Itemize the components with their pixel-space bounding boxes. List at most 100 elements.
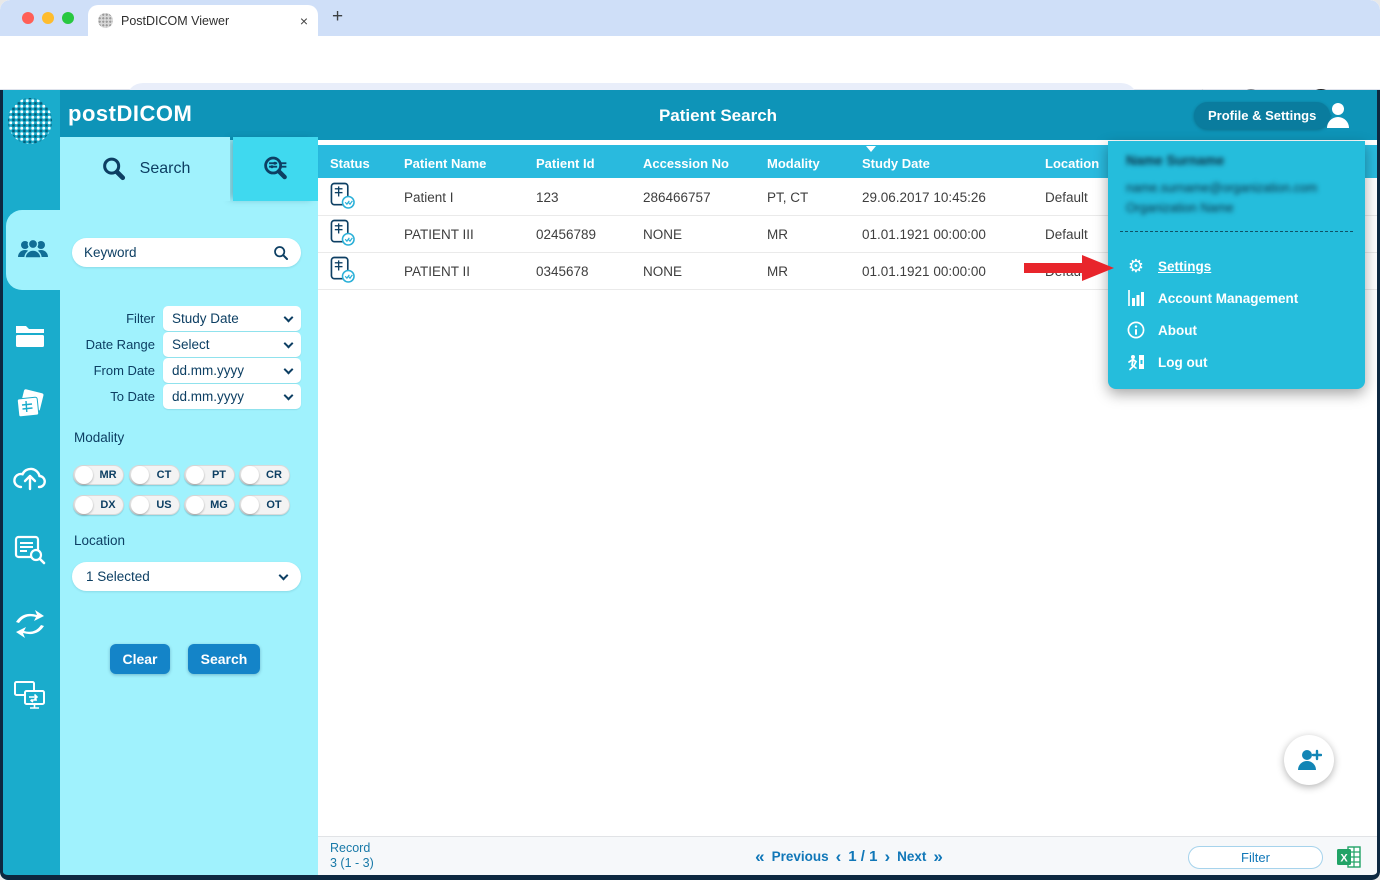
person-icon: [1322, 99, 1354, 131]
modality-label: Modality: [74, 430, 124, 445]
search-icon[interactable]: [273, 245, 289, 261]
add-patient-fab[interactable]: [1284, 735, 1334, 785]
new-tab-button[interactable]: +: [332, 6, 343, 28]
modality-toggle-dx[interactable]: DX: [73, 495, 124, 515]
column-accession-no[interactable]: Accession No: [643, 145, 767, 180]
modality-cell[interactable]: MR: [767, 227, 862, 242]
keyword-search-field[interactable]: [72, 238, 301, 267]
window-fullscreen-button[interactable]: [62, 12, 74, 24]
filter-button[interactable]: Filter: [1188, 846, 1323, 869]
menu-item-settings[interactable]: ⚙ Settings: [1108, 251, 1365, 281]
sidebar-item-documents[interactable]: [0, 378, 60, 434]
study-date-cell[interactable]: 01.01.1921 00:00:00: [862, 264, 1045, 279]
search-button[interactable]: Search: [188, 644, 260, 674]
column-patient-id[interactable]: Patient Id: [536, 145, 643, 180]
next-chevron-icon[interactable]: ›: [884, 847, 890, 867]
toggle-knob: [186, 496, 204, 514]
toggle-knob: [131, 466, 149, 484]
status-cell[interactable]: [330, 182, 404, 213]
document-cards-icon: [13, 389, 47, 423]
modality-toggle-mg[interactable]: MG: [184, 495, 235, 515]
profile-settings-tooltip[interactable]: Profile & Settings: [1194, 102, 1330, 129]
menu-item-logout[interactable]: Log out: [1108, 347, 1365, 377]
chevron-down-icon: [279, 570, 289, 580]
keyword-input[interactable]: [84, 245, 273, 260]
modality-toggle-ot[interactable]: OT: [239, 495, 290, 515]
sidebar-item-folders[interactable]: [0, 308, 60, 364]
patient-name-cell[interactable]: PATIENT II: [404, 264, 536, 279]
status-cell[interactable]: [330, 219, 404, 250]
report-status-icon: [330, 182, 355, 210]
patient-name-cell[interactable]: Patient I: [404, 190, 536, 205]
modality-toggle-ct[interactable]: CT: [129, 465, 180, 485]
red-arrow-annotation: [1024, 252, 1116, 284]
record-label: Record: [330, 841, 374, 856]
menu-item-account-management[interactable]: Account Management: [1108, 283, 1365, 313]
modality-toggle-us[interactable]: US: [129, 495, 180, 515]
sidebar-item-device-share[interactable]: [0, 668, 60, 724]
column-study-date[interactable]: Study Date: [862, 145, 1045, 180]
patient-name-cell[interactable]: PATIENT III: [404, 227, 536, 242]
tab-advanced-search[interactable]: [233, 137, 318, 201]
next-page-button[interactable]: Next: [897, 849, 926, 864]
export-excel-icon[interactable]: X: [1336, 844, 1362, 870]
table-footer: « Previous ‹ 1 / 1 › Next » Record 3 (1 …: [318, 836, 1380, 875]
accession-no-cell[interactable]: NONE: [643, 227, 767, 242]
tab-close-icon[interactable]: ×: [300, 13, 308, 29]
to-date-select[interactable]: dd.mm.yyyy: [163, 384, 301, 409]
folder-icon: [14, 323, 46, 349]
date-range-label: Date Range: [60, 332, 155, 357]
modality-toggle-pt[interactable]: PT: [184, 465, 235, 485]
cloud-upload-icon: [12, 463, 48, 493]
chevron-down-icon: [284, 338, 294, 348]
filter-label: Filter: [60, 306, 155, 331]
patient-id-cell[interactable]: 02456789: [536, 227, 643, 242]
study-date-cell[interactable]: 01.01.1921 00:00:00: [862, 227, 1045, 242]
modality-cell[interactable]: PT, CT: [767, 190, 862, 205]
browser-tab[interactable]: PostDICOM Viewer ×: [88, 5, 318, 36]
window-minimize-button[interactable]: [42, 12, 54, 24]
chevron-down-icon: [284, 390, 294, 400]
previous-page-button[interactable]: Previous: [772, 849, 829, 864]
column-status[interactable]: Status: [330, 145, 404, 180]
patient-id-cell[interactable]: 123: [536, 190, 643, 205]
window-close-button[interactable]: [22, 12, 34, 24]
person-add-icon: [1296, 748, 1322, 772]
modality-cell[interactable]: MR: [767, 264, 862, 279]
sidebar-item-worklist[interactable]: [0, 522, 60, 578]
accession-no-cell[interactable]: 286466757: [643, 190, 767, 205]
advanced-search-icon: [261, 154, 291, 184]
sort-descending-icon[interactable]: [866, 146, 876, 157]
menu-item-about[interactable]: About: [1108, 315, 1365, 345]
postdicom-window: PostDICOM Viewer × + ← → ⟳ germany.postd…: [0, 0, 1380, 880]
patient-id-cell[interactable]: 0345678: [536, 264, 643, 279]
study-date-cell[interactable]: 29.06.2017 10:45:26: [862, 190, 1045, 205]
column-modality[interactable]: Modality: [767, 145, 862, 180]
sidebar-item-upload[interactable]: [0, 450, 60, 506]
from-date-select[interactable]: dd.mm.yyyy: [163, 358, 301, 383]
sidebar-item-transfer[interactable]: [0, 596, 60, 652]
location-select[interactable]: 1 Selected: [72, 562, 301, 591]
tab-basic-search[interactable]: Search: [60, 137, 230, 201]
first-page-icon[interactable]: «: [755, 847, 764, 867]
accession-no-cell[interactable]: NONE: [643, 264, 767, 279]
to-date-label: To Date: [60, 384, 155, 409]
status-cell[interactable]: [330, 256, 404, 287]
modality-toggle-mr[interactable]: MR: [73, 465, 124, 485]
modality-toggle-cr[interactable]: CR: [239, 465, 290, 485]
sidebar-item-patient-search[interactable]: [6, 210, 60, 290]
filter-select[interactable]: Study Date: [163, 306, 301, 331]
postdicom-logo-icon[interactable]: [8, 98, 52, 144]
page-indicator: 1 / 1: [848, 848, 877, 865]
date-range-select[interactable]: Select: [163, 332, 301, 357]
postdicom-logo-text[interactable]: postDICOM: [68, 101, 192, 127]
svg-text:X: X: [1340, 853, 1348, 865]
user-name-redacted: Name Surname: [1126, 153, 1224, 168]
prev-chevron-icon[interactable]: ‹: [836, 847, 842, 867]
record-count: Record 3 (1 - 3): [330, 841, 374, 871]
chevron-down-icon: [284, 364, 294, 374]
column-patient-name[interactable]: Patient Name: [404, 145, 536, 180]
user-avatar-button[interactable]: [1322, 99, 1354, 131]
last-page-icon[interactable]: »: [933, 847, 942, 867]
clear-button[interactable]: Clear: [110, 644, 170, 674]
